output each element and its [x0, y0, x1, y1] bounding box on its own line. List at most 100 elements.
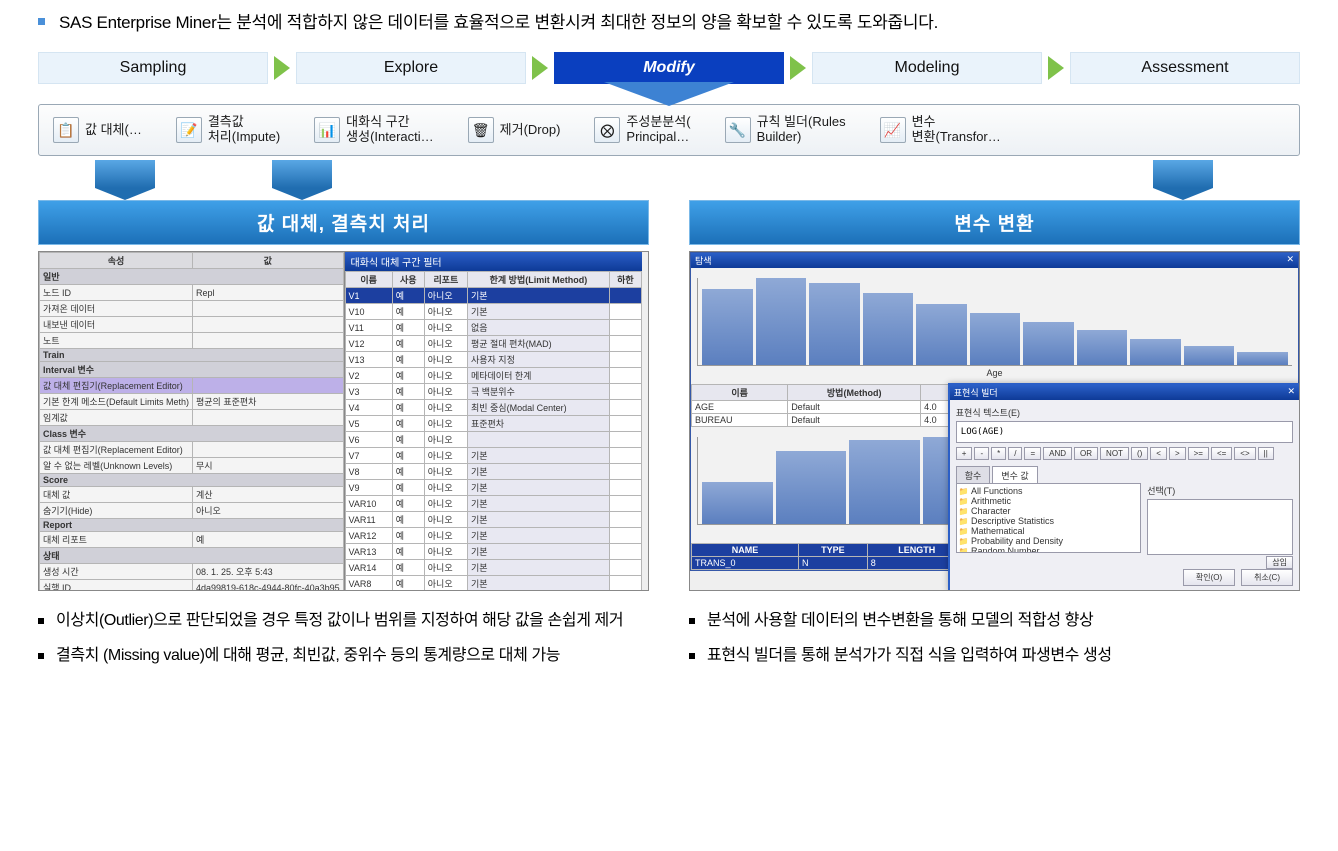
expr-titlebar: 표현식 빌더 ✕: [950, 385, 1299, 400]
note-item: 결측치 (Missing value)에 대해 평균, 최빈값, 중위수 등의 …: [38, 644, 649, 669]
tool-label: 규칙 빌더(Rules Builder): [757, 115, 846, 145]
toolbar-item[interactable]: 📈변수 변환(Transfor…: [874, 111, 1007, 149]
limit-table[interactable]: 이름사용리포트한계 방법(Limit Method)하한V1예아니오기본V10예…: [345, 271, 642, 591]
properties-table[interactable]: 속성값일반노드 IDRepl가져온 데이터내보낸 데이터노트TrainInter…: [39, 252, 344, 591]
toolbar-item[interactable]: ⨂주성분분석( Principal…: [588, 111, 696, 149]
tool-icon: 📈: [880, 117, 906, 143]
tool-label: 주성분분석( Principal…: [626, 115, 690, 145]
bar: [756, 278, 807, 365]
chevron-right-icon: [1048, 56, 1064, 80]
bar: [1023, 322, 1074, 366]
expression-input[interactable]: [956, 421, 1293, 443]
axis-label: Age: [697, 368, 1292, 378]
chevron-right-icon: [274, 56, 290, 80]
operator-button[interactable]: AND: [1043, 447, 1072, 460]
pipeline-step-explore[interactable]: Explore: [296, 52, 526, 84]
arrow-down-icon: [272, 160, 332, 188]
intro-text: SAS Enterprise Miner는 분석에 적합하지 않은 데이터를 효…: [59, 10, 938, 36]
tool-label: 값 대체(…: [85, 123, 142, 138]
close-icon[interactable]: ✕: [1287, 386, 1295, 399]
tool-icon: 📊: [314, 117, 340, 143]
tool-icon: 📝: [176, 117, 202, 143]
semma-pipeline: Sampling Explore Modify Modeling Assessm…: [38, 52, 1300, 84]
arrow-down-icon: [95, 160, 155, 188]
expression-builder-window: 표현식 빌더 ✕ 표현식 텍스트(E) +-*/=ANDORNOT()<>>=<…: [948, 383, 1300, 592]
tab-variable-values[interactable]: 변수 값: [992, 466, 1037, 484]
select-label: 선택(T): [1147, 484, 1293, 497]
limit-editor-window: 대화식 대체 구간 필터 이름사용리포트한계 방법(Limit Method)하…: [344, 252, 642, 590]
operator-button[interactable]: >: [1169, 447, 1186, 460]
tool-icon: 📋: [53, 117, 79, 143]
function-category[interactable]: Descriptive Statistics: [959, 516, 1138, 526]
limit-editor-title: 대화식 대체 구간 필터: [345, 252, 642, 271]
note-text: 이상치(Outlier)으로 판단되었을 경우 특정 값이나 범위를 지정하여 …: [56, 609, 623, 634]
bar: [1237, 352, 1288, 365]
close-icon[interactable]: ✕: [1286, 254, 1294, 267]
toolbar-item[interactable]: 🔧규칙 빌더(Rules Builder): [719, 111, 852, 149]
operator-button[interactable]: <>: [1234, 447, 1255, 460]
transform-screenshot: 탐색✕ Age 이름방법(Method)그룹 수(Number of Bins)…: [689, 251, 1300, 591]
tool-icon: 🔧: [725, 117, 751, 143]
function-category[interactable]: Random Number: [959, 546, 1138, 553]
pipeline-step-modeling[interactable]: Modeling: [812, 52, 1042, 84]
toolbar-item[interactable]: 🗑제거(Drop): [462, 111, 567, 149]
tab-functions[interactable]: 함수: [956, 466, 991, 484]
operator-button[interactable]: -: [974, 447, 989, 460]
chevron-right-icon: [532, 56, 548, 80]
bar: [1184, 346, 1235, 366]
operator-button[interactable]: +: [956, 447, 973, 460]
function-category[interactable]: Mathematical: [959, 526, 1138, 536]
replacement-screenshot: 속성값일반노드 IDRepl가져온 데이터내보낸 데이터노트TrainInter…: [38, 251, 649, 591]
intro-block: SAS Enterprise Miner는 분석에 적합하지 않은 데이터를 효…: [38, 10, 1308, 36]
operator-button[interactable]: <=: [1211, 447, 1232, 460]
note-item: 이상치(Outlier)으로 판단되었을 경우 특정 값이나 범위를 지정하여 …: [38, 609, 649, 634]
tool-label: 변수 변환(Transfor…: [912, 115, 1001, 145]
toolbar-item[interactable]: 📊대화식 구간 생성(Interacti…: [308, 111, 440, 149]
cancel-button[interactable]: 취소(C): [1241, 569, 1293, 586]
operator-button[interactable]: ||: [1258, 447, 1274, 460]
right-section-title: 변수 변환: [689, 200, 1300, 245]
pipeline-step-sampling[interactable]: Sampling: [38, 52, 268, 84]
bar: [1130, 339, 1181, 365]
note-text: 분석에 사용할 데이터의 변수변환을 통해 모델의 적합성 향상: [707, 609, 1093, 634]
note-item: 표현식 빌더를 통해 분석가가 직접 식을 입력하여 파생변수 생성: [689, 644, 1300, 669]
pipeline-step-modify[interactable]: Modify: [554, 52, 784, 84]
operator-button[interactable]: =: [1024, 447, 1041, 460]
bar: [809, 283, 860, 366]
operator-button[interactable]: NOT: [1100, 447, 1129, 460]
function-category[interactable]: All Functions: [959, 486, 1138, 496]
chart-top: Age: [691, 268, 1298, 384]
toolbar-item[interactable]: 📋 값 대체(…: [47, 111, 148, 149]
function-category[interactable]: Arithmetic: [959, 496, 1138, 506]
operator-button[interactable]: OR: [1074, 447, 1098, 460]
function-list[interactable]: All FunctionsArithmeticCharacterDescript…: [956, 483, 1141, 553]
window-titlebar: 탐색✕: [691, 253, 1298, 268]
tool-icon: ⨂: [594, 117, 620, 143]
note-text: 표현식 빌더를 통해 분석가가 직접 식을 입력하여 파생변수 생성: [707, 644, 1112, 669]
chevron-right-icon: [790, 56, 806, 80]
bar: [1077, 330, 1128, 365]
operator-button[interactable]: <: [1150, 447, 1167, 460]
ok-button[interactable]: 확인(O): [1183, 569, 1235, 586]
operator-button[interactable]: (): [1131, 447, 1148, 460]
function-category[interactable]: Probability and Density: [959, 536, 1138, 546]
selection-box[interactable]: [1147, 499, 1293, 555]
insert-button[interactable]: 삽입: [1266, 556, 1293, 569]
intro-bullet-icon: [38, 18, 45, 25]
operator-button[interactable]: *: [991, 447, 1006, 460]
function-category[interactable]: Character: [959, 506, 1138, 516]
bar: [849, 440, 920, 524]
arrow-down-icon: [1153, 160, 1213, 188]
bar-chart-age: [697, 278, 1292, 366]
tool-label: 결측값 처리(Impute): [208, 115, 280, 145]
tool-label: 대화식 구간 생성(Interacti…: [346, 115, 434, 145]
operator-button[interactable]: /: [1008, 447, 1022, 460]
bar: [970, 313, 1021, 365]
right-column: 변수 변환 탐색✕ Age 이름방법(Method)그룹 수(Number of…: [689, 200, 1300, 679]
tool-icon: 🗑: [468, 117, 494, 143]
operator-row: +-*/=ANDORNOT()<>>=<=<>||: [956, 447, 1293, 460]
operator-button[interactable]: >=: [1188, 447, 1209, 460]
toolbar-item[interactable]: 📝결측값 처리(Impute): [170, 111, 286, 149]
expr-title: 표현식 빌더: [954, 386, 998, 399]
pipeline-step-assessment[interactable]: Assessment: [1070, 52, 1300, 84]
